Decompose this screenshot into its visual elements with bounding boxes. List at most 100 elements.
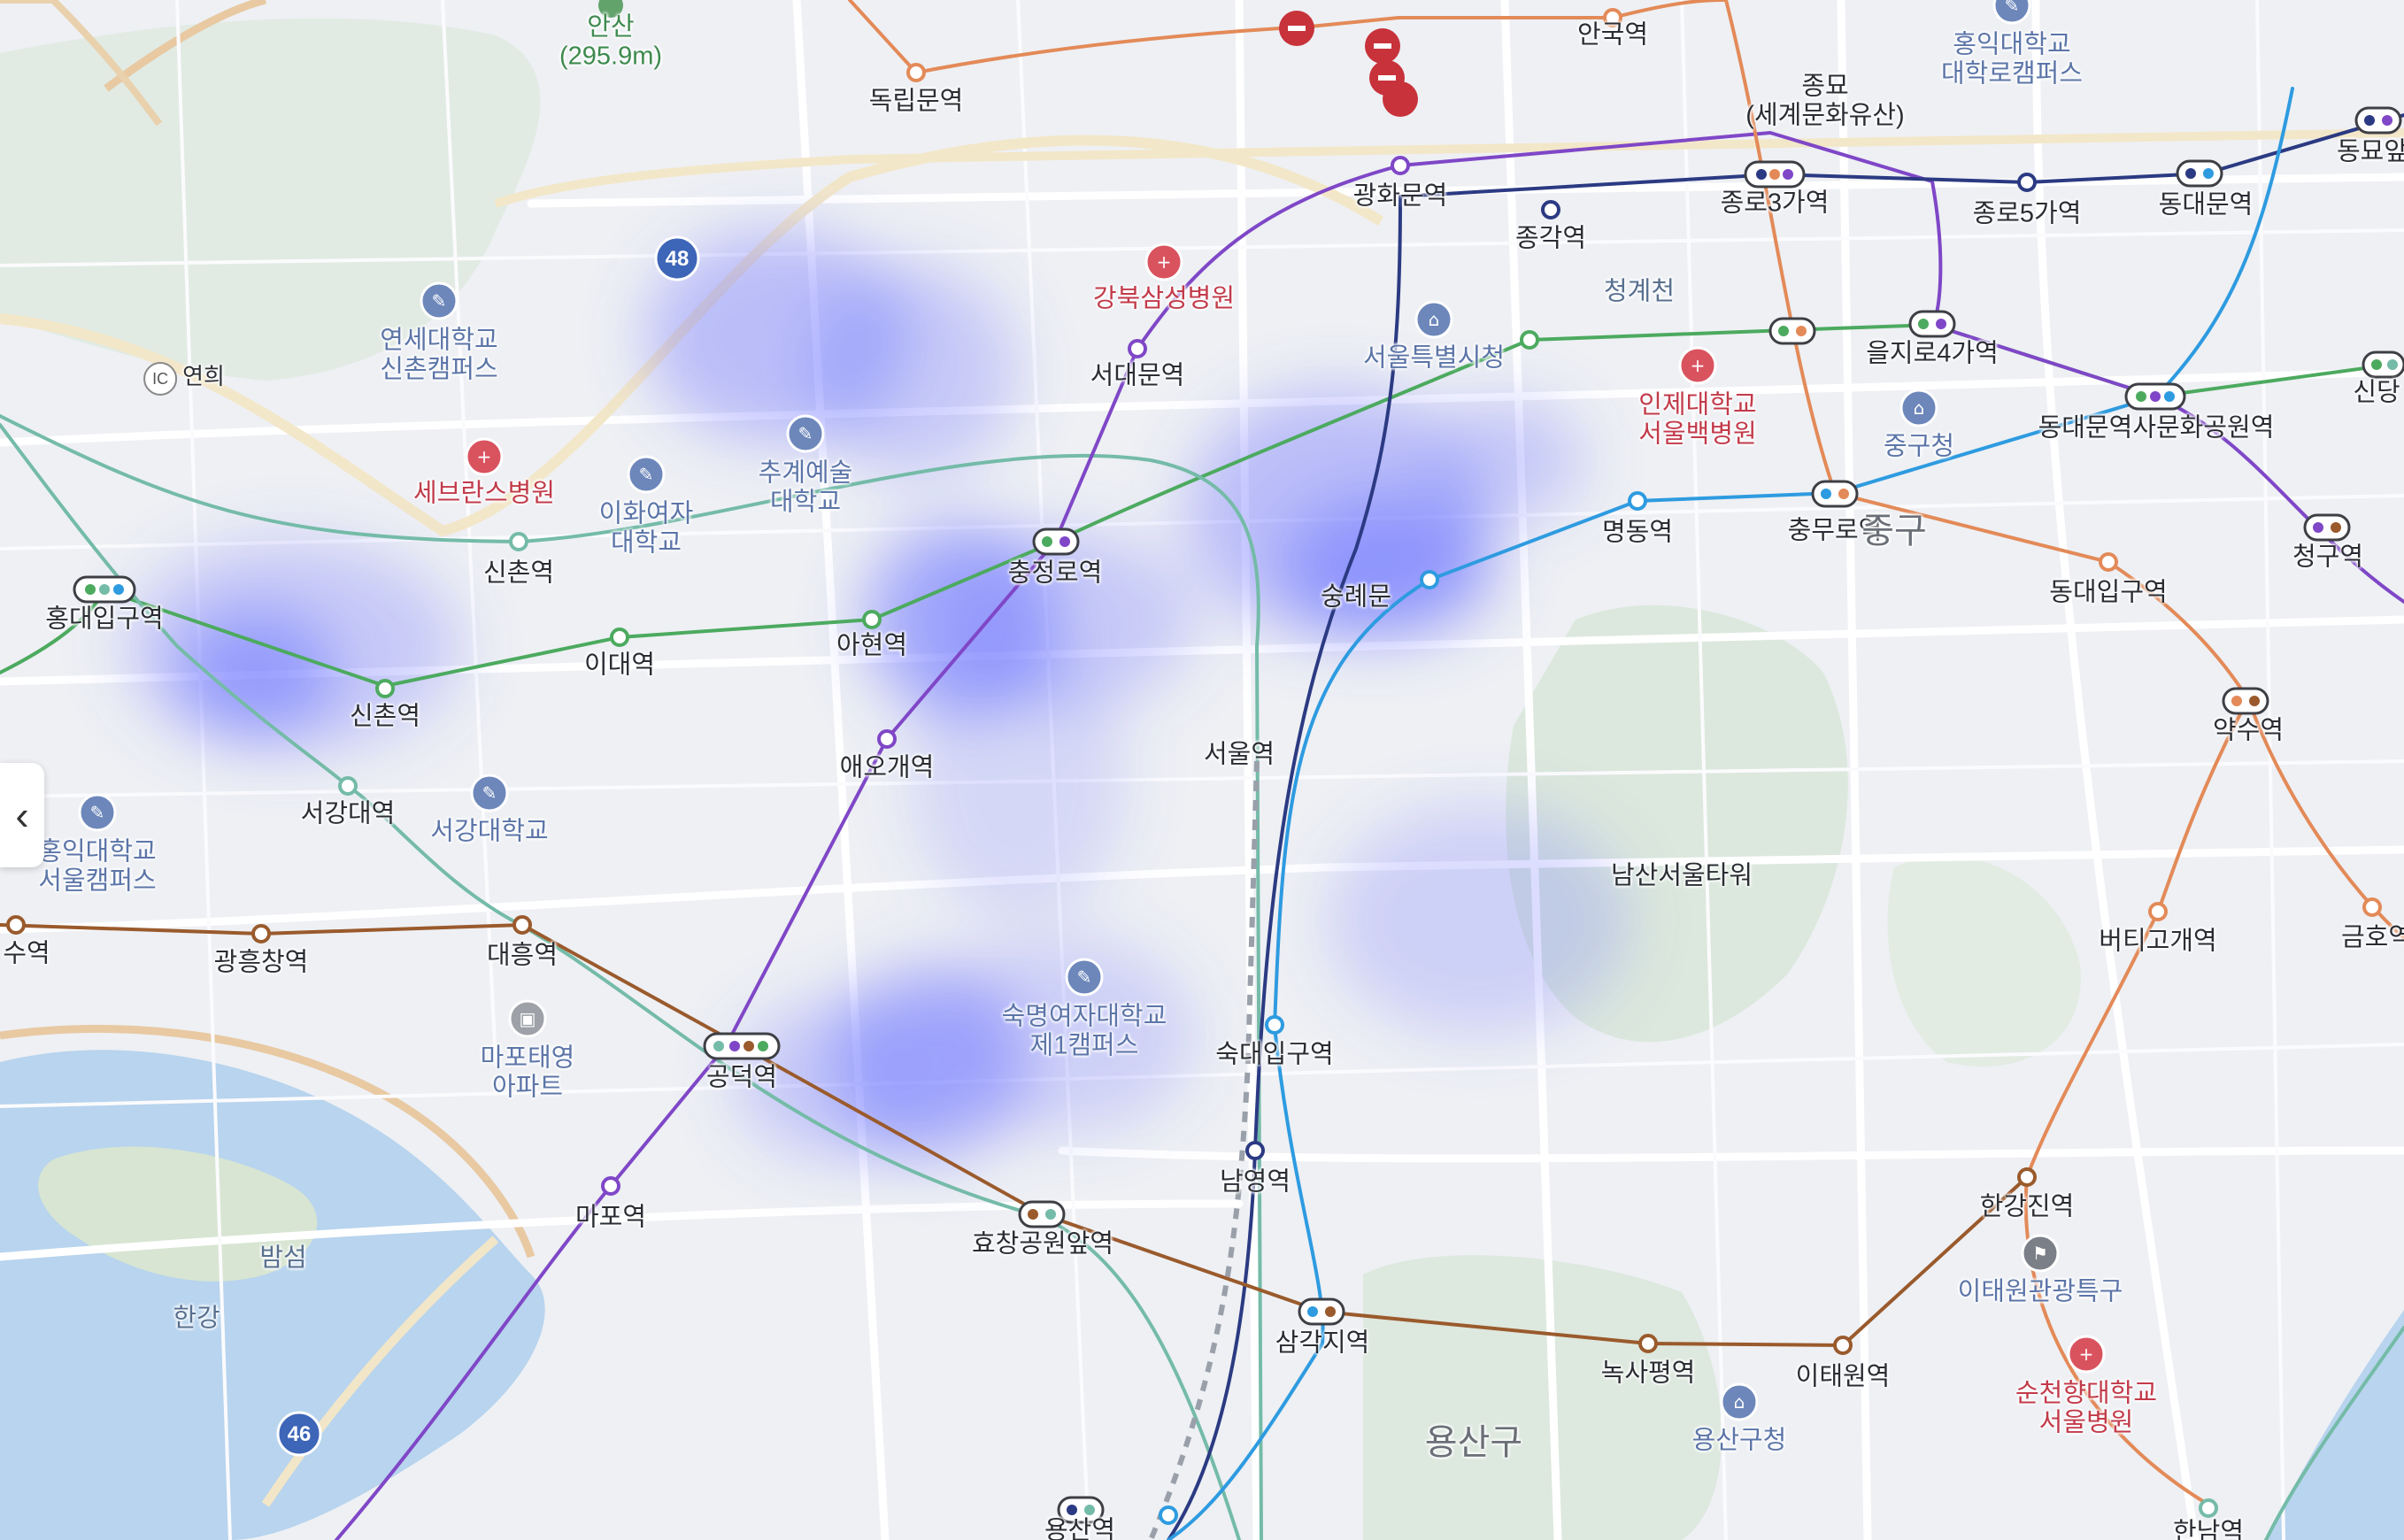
water-label-hangang[interactable]: 한강 [173,1304,220,1333]
svg-text:+: + [477,446,492,467]
map-base: ✎ ✎ ✎ ✎ ✎ ✎ ✎ ⌂ ⌂ ⌂ ⚑ ▣ + + + +48 46 [0,0,2404,1540]
station-label-geumho[interactable]: 금호역 [2341,923,2404,952]
svg-text:✎: ✎ [2005,0,2020,16]
landmark-label-jongmyo[interactable]: 종묘 (세계문화유산) [1745,73,1904,132]
station-label-jonggak[interactable]: 종각역 [1515,224,1586,253]
station-label-aeogae[interactable]: 애오개역 [840,753,935,782]
station-label-yaksu[interactable]: 약수역 [2213,716,2284,745]
poi-label-junggu-office[interactable]: 중구청 [1884,432,1954,461]
hospital-label-inje-baek[interactable]: 인제대학교 서울백병원 [1638,391,1756,450]
water-label-cheonggyecheon[interactable]: 청계천 [1604,277,1675,306]
school-icon: ✎ [627,455,666,494]
hospital-icon: + [465,437,504,476]
station-label-chungjeongno[interactable]: 충정로역 [1008,558,1103,588]
poi-label-yonsei[interactable]: 연세대학교 신촌캠퍼스 [380,327,497,386]
school-icon: ✎ [786,414,825,453]
station-label-ahyeon[interactable]: 아현역 [836,631,907,660]
station-label-ewha[interactable]: 이대역 [584,651,655,680]
station-label-sinchon[interactable]: 신촌역 [350,702,420,731]
svg-text:⌂: ⌂ [1429,309,1440,330]
svg-text:✎: ✎ [1077,966,1092,988]
district-label-junggu[interactable]: 중구 [1861,511,1927,551]
station-label-hongik-univ[interactable]: 홍대입구역 [45,604,163,634]
station-label-hangangjin[interactable]: 한강진역 [1980,1192,2075,1221]
station-label-samgakji[interactable]: 삼각지역 [1275,1328,1370,1358]
station-label-mapo[interactable]: 마포역 [575,1203,646,1232]
district-label-yongsangu[interactable]: 용산구 [1425,1422,1522,1463]
svg-text:✎: ✎ [90,802,105,823]
station-label-yongsan[interactable]: 용산역 [1044,1516,1115,1540]
station-label-seogang-univ[interactable]: 서강대역 [301,799,396,828]
svg-text:✎: ✎ [482,782,497,804]
station-label-ddp[interactable]: 동대문역사문화공원역 [2038,413,2275,443]
svg-text:⌂: ⌂ [1734,1391,1745,1413]
poi-label-mapo-apt[interactable]: 마포태영 아파트 [481,1044,575,1104]
gov-icon: ⌂ [1899,389,1938,427]
station-label-dongdae-ipgu[interactable]: 동대입구역 [2049,578,2167,607]
station-label-sangsu[interactable]: 수역 [3,939,50,968]
poi-label-hongik-seoul[interactable]: 홍익대학교 서울캠퍼스 [38,838,156,897]
poi-label-sookmyung[interactable]: 숙명여자대학교 제1캠퍼스 [1002,1003,1167,1062]
station-label-noksapyeong[interactable]: 녹사평역 [1601,1359,1696,1388]
poi-label-seoul-cityhall[interactable]: 서울특별시청 [1363,343,1505,373]
poi-label-itaewon-special[interactable]: 이태원관광특구 [1958,1277,2123,1306]
poi-label-sogang-univ[interactable]: 서강대학교 [430,817,548,846]
station-label-euljiro4[interactable]: 을지로4가역 [1866,339,1999,368]
station-label-cheonggu[interactable]: 청구역 [2292,543,2363,572]
station-label-hannam[interactable]: 한남역 [2173,1518,2244,1540]
poi-label-ewha-univ[interactable]: 이화여자 대학교 [599,500,694,559]
svg-text:+: + [1157,251,1172,273]
gov-icon: ⌂ [1720,1382,1759,1421]
poi-label-hongik-daehakro[interactable]: 홍익대학교 대학로캠퍼스 [1941,31,2083,90]
school-icon: ✎ [470,774,509,812]
svg-text:⚑: ⚑ [2032,1243,2048,1264]
svg-text:+: + [2079,1344,2094,1365]
landmark-label-namdaemun[interactable]: 숭례문 [1321,582,1391,612]
station-label-dongnimmun[interactable]: 독립문역 [869,87,964,116]
route-shield-route46: 46 [288,1422,312,1446]
station-label-sindang[interactable]: 신당 [2353,378,2400,407]
school-icon: ✎ [1065,958,1104,997]
svg-text:✎: ✎ [432,290,447,312]
station-label-daeheung[interactable]: 대흥역 [487,941,558,970]
ic-badge[interactable]: IC 연희 [143,362,225,396]
station-label-seodaemun[interactable]: 서대문역 [1090,361,1185,390]
map-canvas[interactable]: ✎ ✎ ✎ ✎ ✎ ✎ ✎ ⌂ ⌂ ⌂ ⚑ ▣ + + + +48 46 홍대입구역 신촌역 신촌역 이대역 아현역 충정… [0,0,2404,1540]
ic-icon: IC [143,362,178,396]
station-label-sinchon-gyeongui[interactable]: 신촌역 [483,558,554,588]
station-label-dongdaemun[interactable]: 동대문역 [2159,190,2254,219]
station-label-seoul-station[interactable]: 서울역 [1204,740,1275,769]
station-label-gwanghwamun[interactable]: 광화문역 [1353,181,1448,211]
school-icon: ✎ [420,281,458,320]
chevron-left-icon: ‹ [15,792,29,838]
station-label-namyeong[interactable]: 남영역 [1220,1167,1291,1197]
yongsan-park [1363,1255,1722,1540]
station-label-sookmyung-station[interactable]: 숙대입구역 [1215,1040,1333,1069]
mountain-label[interactable]: 안산 (295.9m) [559,13,662,73]
landmark-label-namsan-tower[interactable]: 남산서울타워 [1611,861,1753,890]
svg-text:⌂: ⌂ [1914,397,1925,419]
station-label-myeongdong[interactable]: 명동역 [1602,518,1673,547]
station-label-gwangheungchang[interactable]: 광흥창역 [214,948,309,977]
hospital-label-severance[interactable]: 세브란스병원 [413,479,555,508]
station-label-gongdeok[interactable]: 공덕역 [706,1063,777,1092]
svg-text:✎: ✎ [798,423,813,444]
poi-label-chugye[interactable]: 추계예술 대학교 [759,459,853,519]
station-label-beotigogae[interactable]: 버티고개역 [2099,927,2216,956]
station-label-hyochang[interactable]: 효창공원앞역 [972,1229,1113,1259]
panel-collapse-button[interactable]: ‹ [0,763,44,867]
hospital-icon: + [1144,243,1183,281]
svg-text:+: + [1691,355,1706,376]
station-label-itaewon[interactable]: 이태원역 [1796,1362,1891,1391]
school-icon: ✎ [78,793,117,832]
school-icon: ✎ [1992,0,2031,25]
hospital-icon: + [1678,346,1717,385]
station-label-anguk[interactable]: 안국역 [1577,20,1648,50]
station-label-jongno3[interactable]: 종로3가역 [1721,189,1830,218]
hospital-label-gangbuk-samsung[interactable]: 강북삼성병원 [1093,284,1235,313]
station-label-jongno5[interactable]: 종로5가역 [1973,199,2082,228]
water-label-bamseom[interactable]: 밤섬 [259,1244,306,1273]
poi-label-yongsan-office[interactable]: 용산구청 [1692,1426,1787,1455]
station-label-dongmyo[interactable]: 동묘앞 [2337,137,2404,166]
hospital-label-soonchunhyang[interactable]: 순천향대학교 서울병원 [2015,1380,2157,1439]
